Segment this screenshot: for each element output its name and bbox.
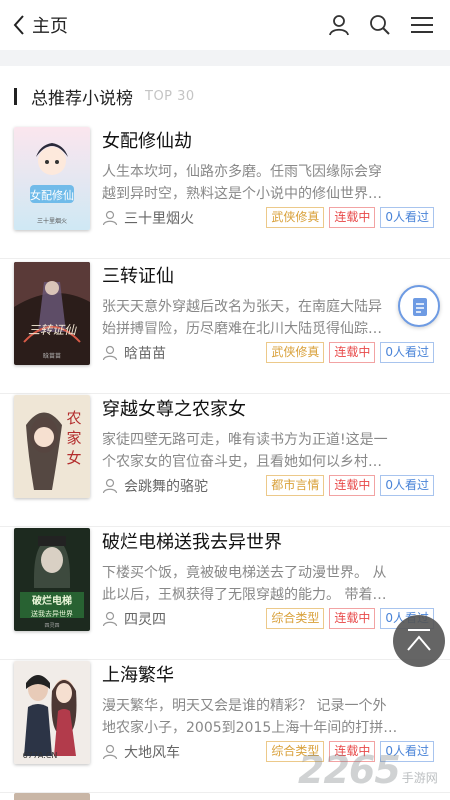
watermark-logo: 2265: [298, 748, 401, 792]
book-description: 下楼买个饭，竟被破电梯送去了动漫世界。 从 此以后，王枫获得了无限穿越的能力。 …: [102, 565, 387, 603]
readers-tag: 0人看过: [380, 207, 434, 228]
book-cover[interactable]: 女配修仙 三十里烟火: [14, 127, 90, 230]
top-bar: 主页: [0, 0, 450, 50]
book-title[interactable]: 穿越女尊之农家女: [102, 395, 246, 421]
author-icon: [102, 210, 118, 226]
book-author: 大地风车: [124, 745, 180, 761]
book-tags: 都市言情 连载中 0人看过: [266, 475, 434, 497]
section-divider: [0, 50, 450, 66]
book-author: 四灵四: [124, 612, 166, 628]
svg-text:女: 女: [66, 449, 81, 467]
svg-text:三转证仙: 三转证仙: [28, 323, 77, 337]
book-cover-partial[interactable]: [14, 793, 90, 800]
svg-text:女配修仙: 女配修仙: [30, 188, 74, 202]
author-icon: [102, 744, 118, 760]
author-icon: [102, 611, 118, 627]
book-item[interactable]: 女配修仙 三十里烟火 女配修仙劫 人生本坎坷，仙路亦多磨。任雨飞因缘际会穿 越到…: [0, 127, 450, 259]
svg-text:送我去异世界: 送我去异世界: [31, 609, 73, 618]
author-row: 晗苗苗: [102, 342, 166, 364]
book-description: 漫天繁华，明天又会是谁的精彩？ 记录一个外 地农家小子，2005到2015上海十…: [102, 698, 398, 736]
user-icon[interactable]: [327, 13, 351, 37]
book-cover[interactable]: 破烂电梯 送我去异世界 四灵四: [14, 528, 90, 631]
genre-tag: 都市言情: [266, 475, 325, 496]
status-tag: 连载中: [329, 608, 376, 629]
book-item[interactable]: 三转证仙 晗苗苗 三转证仙 张天天意外穿越后改名为张天，在南庭大陆异 始拼搏冒险…: [0, 262, 450, 394]
readers-tag: 0人看过: [380, 475, 434, 496]
menu-icon[interactable]: [410, 13, 434, 37]
section-marker: [14, 87, 17, 105]
book-title[interactable]: 女配修仙劫: [102, 127, 192, 153]
svg-text:三十里烟火: 三十里烟火: [37, 217, 67, 225]
author-row: 大地风车: [102, 741, 180, 763]
book-author: 会跳舞的骆驼: [124, 479, 208, 495]
genre-tag: 武侠修真: [266, 342, 325, 363]
genre-tag: 武侠修真: [266, 207, 325, 228]
author-row: 会跳舞的骆驼: [102, 475, 208, 497]
book-cover[interactable]: 三转证仙 晗苗苗: [14, 262, 90, 365]
book-title[interactable]: 上海繁华: [102, 661, 174, 687]
author-icon: [102, 478, 118, 494]
book-description: 张天天意外穿越后改名为张天，在南庭大陆异 始拼搏冒险，历尽磨难在北川大陆觅得仙踪…: [102, 299, 382, 337]
readers-tag: 0人看过: [380, 342, 434, 363]
svg-text:家: 家: [66, 429, 81, 447]
book-cover[interactable]: 677A.CN: [14, 661, 90, 764]
book-author: 三十里烟火: [124, 211, 194, 227]
genre-tag: 综合类型: [266, 608, 325, 629]
author-row: 四灵四: [102, 608, 166, 630]
status-tag: 连载中: [329, 207, 376, 228]
watermark: 2265 手游网: [298, 748, 438, 792]
book-description: 家徒四壁无路可走，唯有读书方为正道!这是一 个农家女的官位奋斗史，且看她如何以乡…: [102, 432, 388, 470]
book-tags: 武侠修真 连载中 0人看过: [266, 207, 434, 229]
arrow-up-icon: [407, 629, 431, 651]
book-cover[interactable]: 农 家 女: [14, 395, 90, 498]
watermark-text: 手游网: [401, 771, 438, 785]
document-icon: [413, 298, 427, 316]
floating-document-button[interactable]: [398, 285, 440, 327]
back-label: 主页: [32, 16, 68, 37]
author-row: 三十里烟火: [102, 207, 194, 229]
back-button[interactable]: 主页: [12, 10, 68, 40]
author-icon: [102, 345, 118, 361]
book-item[interactable]: 破烂电梯 送我去异世界 四灵四 破烂电梯送我去异世界 下楼买个饭，竟被破电梯送去…: [0, 528, 450, 660]
status-tag: 连载中: [329, 475, 376, 496]
section-header: 总推荐小说榜 TOP 30: [0, 80, 450, 112]
book-author: 晗苗苗: [124, 346, 166, 362]
svg-text:破烂电梯: 破烂电梯: [32, 594, 72, 607]
book-title[interactable]: 破烂电梯送我去异世界: [102, 528, 282, 554]
section-title: 总推荐小说榜: [31, 88, 133, 109]
svg-text:农: 农: [66, 409, 81, 427]
status-tag: 连载中: [329, 342, 376, 363]
svg-text:677A.CN: 677A.CN: [23, 751, 58, 760]
chevron-left-icon: [13, 15, 24, 35]
book-description: 人生本坎坷，仙路亦多磨。任雨飞因缘际会穿 越到异时空，熟料这是个小说中的修仙世界…: [102, 164, 382, 202]
book-item[interactable]: 农 家 女 穿越女尊之农家女 家徒四壁无路可走，唯有读书方为正道!这是一 个农家…: [0, 395, 450, 527]
book-tags: 武侠修真 连载中 0人看过: [266, 342, 434, 364]
svg-text:晗苗苗: 晗苗苗: [43, 352, 61, 360]
search-icon[interactable]: [368, 13, 392, 37]
book-title[interactable]: 三转证仙: [102, 262, 174, 288]
section-subtitle: TOP 30: [145, 88, 195, 104]
svg-text:四灵四: 四灵四: [44, 623, 59, 629]
back-to-top-button[interactable]: [393, 615, 445, 667]
